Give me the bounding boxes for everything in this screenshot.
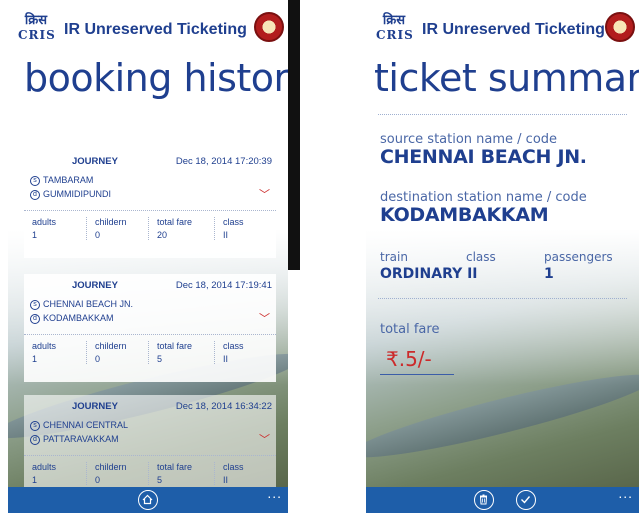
source-label: source station name / code: [380, 132, 558, 147]
page-title: booking history: [24, 56, 288, 100]
app-title: IR Unreserved Ticketing: [64, 21, 247, 38]
adults-count: 1: [32, 354, 38, 364]
check-icon[interactable]: [516, 490, 536, 510]
cris-logo: क्रिस CRIS: [376, 13, 414, 43]
total-fare: 5: [157, 475, 163, 485]
source-station: s TAMBARAM: [30, 175, 93, 186]
chevron-down-icon[interactable]: ﹀: [259, 431, 270, 447]
divider: [378, 114, 627, 115]
adults-count: 1: [32, 230, 38, 240]
chevron-down-icon[interactable]: ﹀: [259, 310, 270, 326]
class: II: [223, 230, 229, 240]
indian-railways-logo: [254, 12, 284, 42]
source-icon: s: [30, 175, 40, 186]
source-icon: s: [30, 299, 40, 310]
total-fare: 5: [157, 354, 163, 364]
passengers-value: 1: [544, 266, 554, 282]
destination-value: KODAMBAKKAM: [380, 204, 549, 226]
class-label: class: [466, 250, 496, 264]
children-count: 0: [95, 230, 101, 240]
class: II: [223, 354, 229, 364]
app-header: क्रिस CRIS IR Unreserved Ticketing: [376, 12, 635, 48]
destination-station: d GUMMIDIPUNDI: [30, 189, 111, 200]
trash-icon[interactable]: [474, 490, 494, 510]
journey-card[interactable]: JOURNEY Dec 18, 2014 17:20:39 s TAMBARAM …: [24, 150, 276, 258]
app-header: क्रिस CRIS IR Unreserved Ticketing: [18, 12, 284, 48]
app-bar: ...: [8, 485, 288, 513]
scrollbar[interactable]: [288, 0, 300, 270]
children-count: 0: [95, 354, 101, 364]
journey-label: JOURNEY: [72, 280, 118, 291]
source-icon: s: [30, 420, 40, 431]
journey-label: JOURNEY: [72, 401, 118, 412]
page-title: ticket summary: [374, 56, 639, 100]
destination-station: d PATTARAVAKKAM: [30, 434, 119, 445]
journey-label: JOURNEY: [72, 156, 118, 167]
ticket-summary-screen: क्रिस CRIS IR Unreserved Ticketing ticke…: [366, 0, 639, 513]
booking-history-screen: क्रिस CRIS IR Unreserved Ticketing booki…: [8, 0, 288, 513]
app-bar: ...: [366, 485, 639, 513]
destination-icon: d: [30, 313, 40, 324]
total-fare: 20: [157, 230, 168, 240]
source-station: s CHENNAI CENTRAL: [30, 420, 128, 431]
journey-details: adults 1 childern 0 total fare 5 class II: [24, 334, 276, 374]
journey-datetime: Dec 18, 2014 17:19:41: [175, 280, 272, 291]
train-class-value: ORDINARY II: [380, 266, 478, 282]
destination-icon: d: [30, 434, 40, 445]
train-label: train: [380, 250, 408, 264]
children-count: 0: [95, 475, 101, 485]
adults-count: 1: [32, 475, 38, 485]
divider: [378, 298, 627, 299]
cris-logo: क्रिस CRIS: [18, 13, 56, 43]
source-station: s CHENNAI BEACH JN.: [30, 299, 133, 310]
journey-datetime: Dec 18, 2014 17:20:39: [175, 156, 272, 167]
train-image: [366, 361, 639, 471]
total-fare-value: ₹.5/-: [386, 347, 432, 371]
passengers-label: passengers: [544, 250, 613, 264]
journey-card[interactable]: JOURNEY Dec 18, 2014 17:19:41 s CHENNAI B…: [24, 274, 276, 382]
total-fare-label: total fare: [380, 322, 440, 337]
fare-underline: [380, 374, 454, 375]
destination-icon: d: [30, 189, 40, 200]
chevron-down-icon[interactable]: ﹀: [259, 186, 270, 202]
indian-railways-logo: [605, 12, 635, 42]
source-value: CHENNAI BEACH JN.: [380, 146, 587, 168]
journey-details: adults 1 childern 0 total fare 20 class II: [24, 210, 276, 250]
home-icon[interactable]: [138, 490, 158, 510]
app-title: IR Unreserved Ticketing: [422, 21, 605, 38]
more-button[interactable]: ...: [618, 485, 633, 501]
more-button[interactable]: ...: [267, 485, 282, 501]
class: II: [223, 475, 229, 485]
destination-label: destination station name / code: [380, 190, 587, 205]
journey-datetime: Dec 18, 2014 16:34:22: [175, 401, 272, 412]
destination-station: d KODAMBAKKAM: [30, 313, 114, 324]
